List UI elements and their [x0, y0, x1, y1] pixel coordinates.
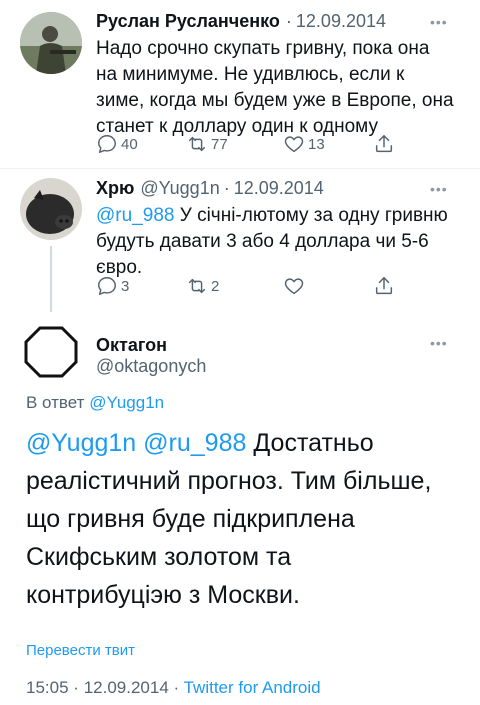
translate-link[interactable]: Перевести твит — [26, 642, 135, 659]
client-link[interactable]: Twitter for Android — [184, 678, 321, 697]
author-handle[interactable]: @oktagonych — [96, 356, 206, 377]
meta-separator: · — [223, 178, 230, 198]
tweet-line-text: Достатньо — [246, 429, 374, 457]
tweet-text: @ru_988 У січні-лютому за одну гривню бу… — [96, 203, 448, 281]
heart-icon — [284, 278, 304, 295]
heart-icon — [284, 136, 304, 153]
retweet-count: 77 — [211, 135, 228, 153]
reply-count: 40 — [121, 135, 138, 153]
retweet-icon — [188, 136, 206, 152]
tweet-line: євро. — [96, 257, 143, 278]
avatar[interactable] — [20, 320, 82, 382]
tweet-line: контрибуціэю з Москви. — [26, 581, 300, 609]
pig-avatar-photo — [20, 178, 82, 240]
more-icon[interactable]: ••• — [430, 335, 448, 351]
share-button[interactable] — [373, 133, 395, 155]
tweet-date[interactable]: 12.09.2014 — [296, 11, 386, 32]
like-count: 13 — [308, 135, 325, 153]
retweet-button[interactable]: 77 — [186, 133, 228, 155]
thread-line — [50, 246, 52, 312]
divider — [0, 168, 480, 169]
share-icon — [375, 135, 393, 153]
meta-separator: · — [285, 11, 292, 31]
meta-separator: · — [173, 678, 180, 697]
mention-link[interactable]: @Yugg1n — [26, 429, 136, 457]
more-icon[interactable]: ••• — [430, 14, 448, 30]
reply-context: В ответ @Yugg1n — [26, 393, 164, 413]
like-button[interactable] — [283, 275, 305, 297]
tweet-line: @Yugg1n @ru_988 Достатньо — [26, 424, 466, 462]
tweet-line: зиме, когда мы будем уже в Европе, она — [96, 90, 454, 111]
tweet-timestamp: 15:05 · 12.09.2014 · Twitter for Android — [26, 678, 321, 698]
tweet-date[interactable]: 12.09.2014 — [84, 678, 169, 697]
avatar[interactable] — [20, 12, 82, 74]
tweet-text: @Yugg1n @ru_988 Достатньо реалістичний п… — [26, 424, 466, 614]
author-name[interactable]: Октагон — [96, 335, 167, 356]
meta-separator: · — [73, 678, 79, 697]
tweet-time[interactable]: 15:05 — [26, 678, 69, 697]
retweet-count: 2 — [211, 277, 220, 295]
author-name[interactable]: Руслан Русланченко — [96, 11, 280, 32]
octagon-avatar — [20, 320, 82, 382]
reply-button[interactable]: 3 — [96, 275, 129, 297]
reply-to-handle[interactable]: @Yugg1n — [89, 393, 164, 412]
author-handle[interactable]: @Yugg1n — [140, 178, 219, 199]
reply-button[interactable]: 40 — [96, 133, 138, 155]
more-icon[interactable]: ••• — [430, 181, 448, 197]
author-name[interactable]: Хрю — [96, 178, 134, 199]
share-button[interactable] — [373, 275, 395, 297]
comment-icon — [98, 135, 116, 153]
tweet-date[interactable]: 12.09.2014 — [234, 178, 324, 199]
retweet-button[interactable]: 2 — [186, 275, 219, 297]
tweet-line: @ru_988 У січні-лютому за одну гривню — [96, 203, 448, 229]
avatar-photo — [20, 12, 82, 74]
mention-link[interactable]: @ru_988 — [143, 429, 246, 457]
comment-icon — [98, 277, 116, 295]
reply-to-label: В ответ — [26, 393, 85, 412]
mention-link[interactable]: @ru_988 — [96, 205, 174, 226]
like-button[interactable]: 13 — [283, 133, 325, 155]
tweet-line: реалістичний прогноз. Тим більше, — [26, 467, 432, 495]
tweet-line: будуть давати 3 або 4 доллара чи 5-6 — [96, 231, 429, 252]
tweet-line: Скифським золотом та — [26, 543, 292, 571]
retweet-icon — [188, 278, 206, 294]
reply-count: 3 — [121, 277, 130, 295]
tweet-line: станет к доллару один к одному — [96, 116, 378, 137]
tweet-line: що гривня буде підкриплена — [26, 505, 355, 533]
tweet-line: на минимуме. Не удивлюсь, если к — [96, 64, 405, 85]
tweet-line-text: У січні-лютому за одну гривню — [174, 205, 448, 226]
avatar[interactable] — [20, 178, 82, 240]
tweet-line: Надо срочно скупать гривну, пока она — [96, 38, 430, 59]
tweet-text: Надо срочно скупать гривну, пока она на … — [96, 36, 454, 140]
share-icon — [375, 277, 393, 295]
